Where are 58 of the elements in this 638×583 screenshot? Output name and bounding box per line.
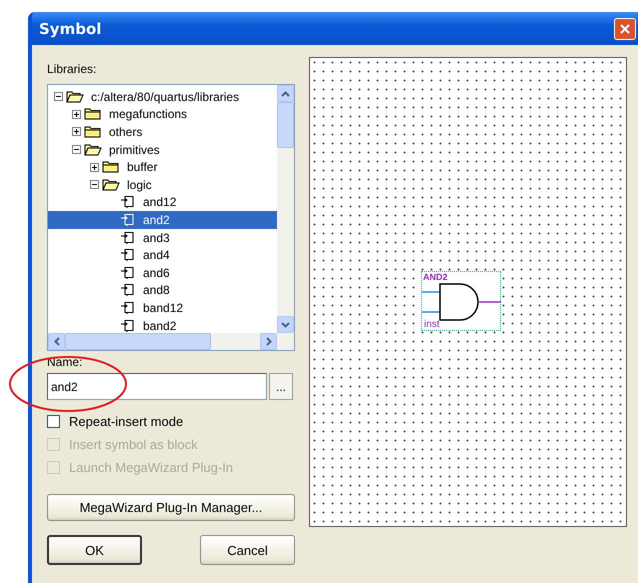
- symbol-icon: [120, 230, 136, 245]
- symbol-icon: [120, 195, 136, 210]
- window-title: Symbol: [39, 20, 102, 38]
- collapse-icon[interactable]: [54, 92, 63, 102]
- vertical-scrollbar[interactable]: [277, 85, 294, 333]
- folder-icon: [66, 90, 84, 104]
- tree-item[interactable]: and12: [48, 194, 277, 212]
- folder-icon: [84, 107, 102, 122]
- tree-item[interactable]: and8: [48, 282, 277, 300]
- name-label: Name:: [47, 355, 84, 371]
- collapse-icon[interactable]: [72, 145, 81, 154]
- scrollbar-thumb[interactable]: [277, 102, 294, 148]
- tree-item[interactable]: and3: [48, 228, 277, 246]
- checkbox-label: Insert symbol as block: [69, 436, 198, 452]
- browse-button[interactable]: ...: [269, 373, 293, 400]
- checkbox-label[interactable]: Repeat-insert mode: [69, 414, 184, 428]
- tree-item[interactable]: and2: [48, 211, 277, 229]
- expand-icon[interactable]: [72, 127, 81, 136]
- symbol-icon: [120, 266, 136, 280]
- scroll-up-button[interactable]: [277, 85, 294, 102]
- symbol-icon: [120, 300, 136, 315]
- checkbox-label: Launch MegaWizard Plug-In: [69, 460, 234, 474]
- folder-icon: [102, 178, 120, 192]
- expand-icon[interactable]: [90, 162, 99, 172]
- cancel-button[interactable]: Cancel: [200, 535, 295, 565]
- symbol-name: AND2: [423, 272, 448, 282]
- tree-item[interactable]: band2: [48, 316, 277, 333]
- scrollbar-thumb[interactable]: [65, 333, 211, 350]
- tree-item[interactable]: primitives: [48, 140, 277, 158]
- name-field[interactable]: and2: [47, 373, 267, 400]
- checkbox[interactable]: [47, 414, 60, 428]
- tree-item[interactable]: band12: [48, 299, 277, 317]
- tree-item[interactable]: and4: [48, 246, 277, 264]
- ok-button[interactable]: OK: [47, 535, 142, 565]
- close-icon: [620, 24, 630, 34]
- horizontal-scrollbar[interactable]: [48, 333, 294, 350]
- symbol-icon: [120, 283, 136, 298]
- folder-icon: [84, 124, 102, 139]
- instance-name: inst: [424, 319, 440, 330]
- tree-item[interactable]: and6: [48, 264, 277, 282]
- libraries-label: Libraries:: [47, 62, 98, 78]
- collapse-icon[interactable]: [90, 180, 99, 190]
- megawizard-button[interactable]: MegaWizard Plug-In Manager...: [47, 494, 295, 521]
- symbol-icon: [120, 318, 136, 333]
- tree-item[interactable]: logic: [48, 176, 277, 194]
- folder-icon: [84, 142, 102, 157]
- expand-icon[interactable]: [72, 110, 81, 119]
- tree-item[interactable]: megafunctions: [48, 106, 277, 124]
- tree-item[interactable]: others: [48, 123, 277, 141]
- tree-item[interactable]: buffer: [48, 158, 277, 176]
- symbol-icon: [120, 248, 136, 262]
- close-button[interactable]: [614, 18, 636, 40]
- folder-icon: [102, 160, 120, 174]
- scroll-left-button[interactable]: [48, 333, 65, 350]
- scroll-down-button[interactable]: [277, 316, 294, 333]
- tree-item[interactable]: c:/altera/80/quartus/libraries: [48, 88, 277, 106]
- symbol-icon: [120, 212, 136, 227]
- scroll-right-button[interactable]: [260, 333, 277, 350]
